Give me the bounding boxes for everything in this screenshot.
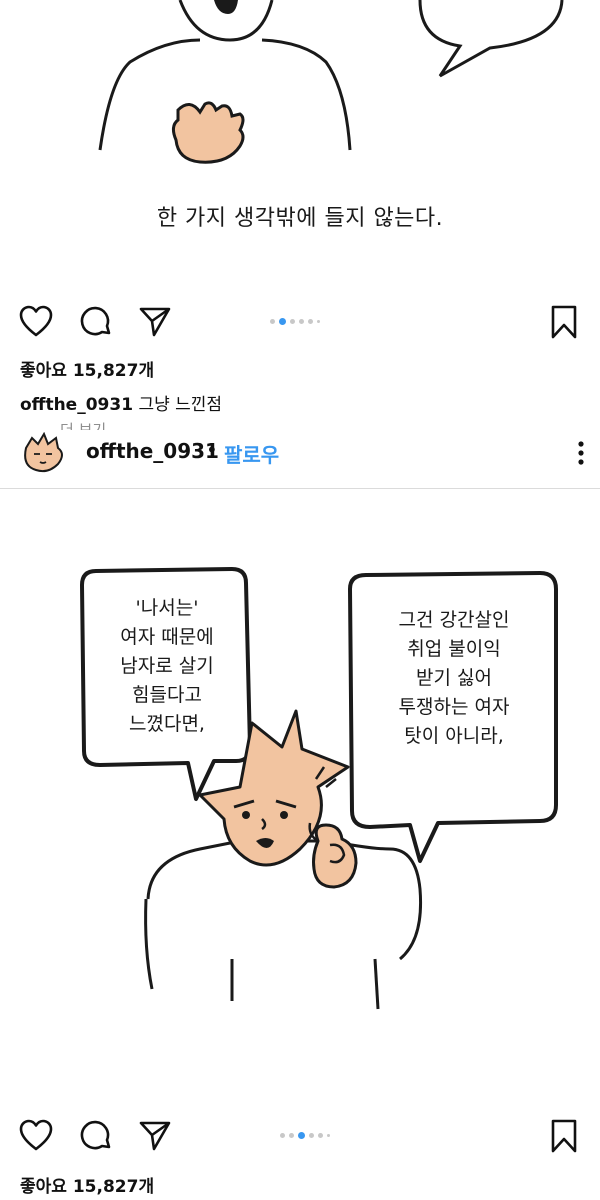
bubble-line: 그건 강간살인 [398, 609, 510, 631]
bubble-line: 느꼈다면, [129, 713, 205, 735]
carousel-dot [270, 319, 275, 324]
carousel-indicator [270, 318, 320, 325]
carousel-indicator [280, 1132, 330, 1139]
bubble-line: '나서는' [135, 597, 199, 619]
panel-caption: 한 가지 생각밖에 들지 않는다. [156, 206, 444, 231]
share-icon[interactable] [137, 1118, 173, 1154]
post-username[interactable]: offthe_0931 [86, 439, 219, 463]
speech-bubble-right: 그건 강간살인 취업 불이익 받기 싫어 투쟁하는 여자 탓이 아니라, [352, 606, 556, 751]
caption-username[interactable]: offthe_0931 [20, 395, 133, 415]
comic-panel-top [98, 0, 564, 164]
post-caption: offthe_0931 그냥 느낀점 [20, 390, 222, 415]
heart-icon[interactable] [18, 304, 54, 340]
carousel-dot [280, 1133, 285, 1138]
heart-icon[interactable] [18, 1118, 54, 1154]
likes-count[interactable]: 좋아요 15,827개 [20, 1172, 154, 1197]
share-icon[interactable] [137, 304, 173, 340]
bookmark-icon[interactable] [546, 304, 582, 340]
post-actions-bar [0, 302, 600, 342]
caption-text: 그냥 느낀점 [138, 395, 223, 415]
carousel-dot [299, 319, 304, 324]
carousel-dot [308, 319, 313, 324]
carousel-dot [318, 1133, 323, 1138]
post-actions-bar [0, 1116, 600, 1156]
bookmark-icon[interactable] [546, 1118, 582, 1154]
separator: • [206, 438, 218, 462]
carousel-dot [289, 1133, 294, 1138]
bubble-line: 힘들다고 [132, 684, 202, 706]
carousel-dot [317, 320, 320, 323]
follow-button[interactable]: 팔로우 [224, 439, 279, 468]
bubble-line: 여자 때문에 [120, 626, 214, 648]
post-header: offthe_0931 • 팔로우 [0, 430, 600, 474]
comment-icon[interactable] [78, 1118, 114, 1154]
speech-bubble-left: '나서는' 여자 때문에 남자로 살기 힘들다고 느꼈다면, [84, 594, 250, 739]
likes-count[interactable]: 좋아요 15,827개 [20, 356, 154, 381]
carousel-dot [327, 1134, 330, 1137]
more-options-icon[interactable] [572, 438, 590, 468]
bubble-line: 받기 싫어 [416, 667, 492, 689]
avatar[interactable] [18, 432, 70, 474]
carousel-dot [309, 1133, 314, 1138]
more-link[interactable]: 더 보기 [60, 420, 106, 430]
carousel-dot-active [298, 1132, 305, 1139]
carousel-dot-active [279, 318, 286, 325]
comic-panel-bottom [80, 567, 558, 1010]
bubble-line: 남자로 살기 [120, 655, 214, 677]
comment-icon[interactable] [78, 304, 114, 340]
carousel-dot [290, 319, 295, 324]
bubble-line: 취업 불이익 [407, 638, 501, 660]
bubble-line: 탓이 아니라, [404, 725, 504, 747]
bubble-line: 투쟁하는 여자 [398, 696, 510, 718]
